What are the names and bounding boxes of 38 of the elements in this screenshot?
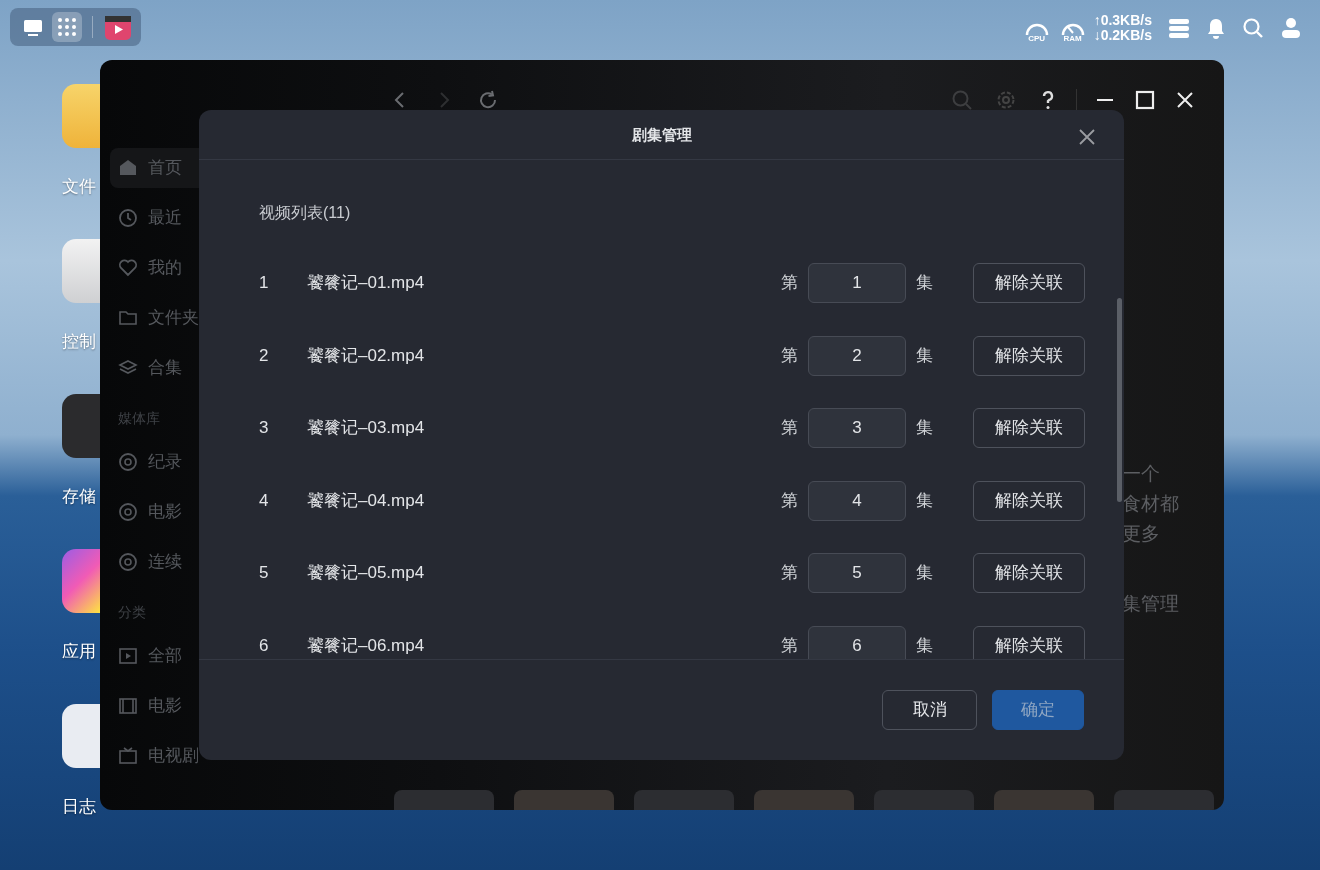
episode-prefix: 第 xyxy=(781,344,798,367)
dialog-title: 剧集管理 xyxy=(631,125,692,144)
episode-prefix: 第 xyxy=(781,562,798,585)
description-text: 集管理 xyxy=(1122,592,1179,616)
row-number: 4 xyxy=(259,489,270,512)
episode-suffix: 集 xyxy=(916,272,933,295)
episode-prefix: 第 xyxy=(781,634,798,657)
section-heading: 分类 xyxy=(117,602,146,622)
app-label: 应用 xyxy=(62,641,96,663)
episode-prefix: 第 xyxy=(781,489,798,512)
app-label: 文件 xyxy=(62,176,96,198)
list-title: 视频列表(11) xyxy=(259,203,352,223)
file-name: 饕餮记–06.mp4 xyxy=(307,634,426,657)
episode-prefix: 第 xyxy=(781,272,798,295)
episode-suffix: 集 xyxy=(916,417,933,440)
description-text: 食材都 xyxy=(1122,492,1179,516)
episode-suffix: 集 xyxy=(916,344,933,367)
row-number: 5 xyxy=(259,562,270,585)
row-number: 1 xyxy=(259,272,270,295)
episode-prefix: 第 xyxy=(781,417,798,440)
app-label: 日志 xyxy=(62,796,96,818)
episode-suffix: 集 xyxy=(916,562,933,585)
upload-speed: ↑0.3KB/s xyxy=(1093,13,1152,28)
file-name: 饕餮记–04.mp4 xyxy=(307,489,426,512)
row-number: 3 xyxy=(259,417,270,440)
row-number: 6 xyxy=(259,634,270,657)
row-number: 2 xyxy=(259,344,270,367)
description-text: 更多 xyxy=(1122,522,1160,546)
file-name: 饕餮记–02.mp4 xyxy=(307,344,426,367)
episode-suffix: 集 xyxy=(916,489,933,512)
section-heading: 媒体库 xyxy=(117,408,160,428)
file-name: 饕餮记–03.mp4 xyxy=(307,417,426,440)
app-label: 控制 xyxy=(62,331,96,353)
app-label: 存储 xyxy=(62,486,96,508)
file-name: 饕餮记–05.mp4 xyxy=(307,562,426,585)
download-speed: ↓0.2KB/s xyxy=(1093,28,1152,43)
episode-suffix: 集 xyxy=(916,634,933,657)
file-name: 饕餮记–01.mp4 xyxy=(307,272,426,295)
